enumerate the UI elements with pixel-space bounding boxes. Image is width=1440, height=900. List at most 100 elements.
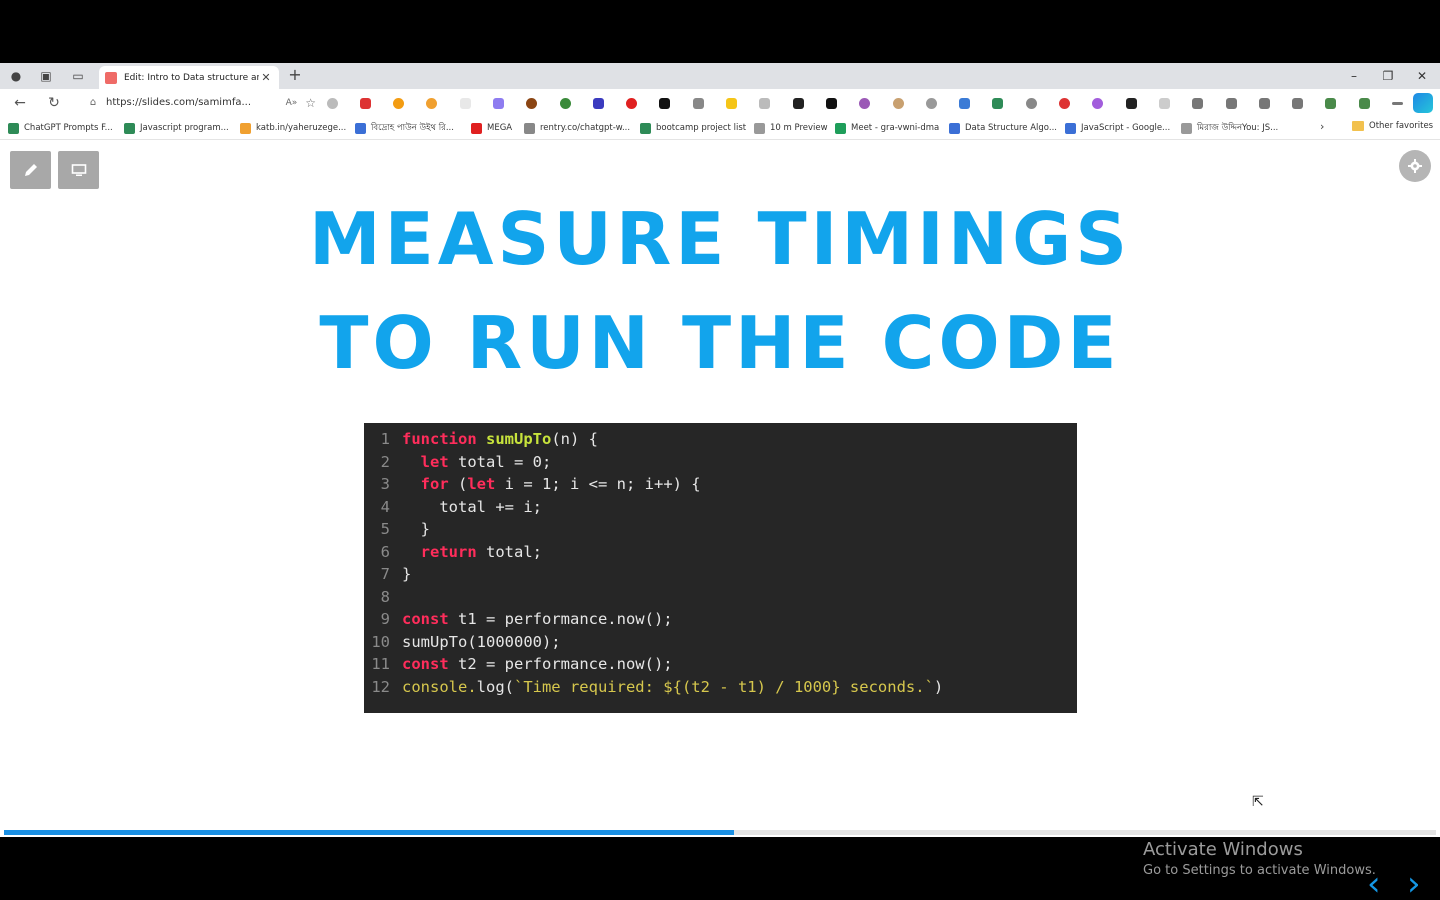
- code-text: const t2 = performance.now();: [402, 653, 673, 676]
- bookmark-favicon-icon: [471, 122, 482, 134]
- extension-icon[interactable]: [722, 93, 742, 113]
- slide-heading-line2: TO RUN THE CODE: [319, 301, 1121, 385]
- code-token: sumUpTo: [486, 430, 552, 448]
- extension-icon[interactable]: [522, 93, 542, 113]
- code-token: (n) {: [551, 430, 598, 448]
- tab-title: Edit: Intro to Data structure and: [124, 72, 259, 83]
- copilot-icon[interactable]: [1413, 93, 1433, 113]
- extension-icon[interactable]: [921, 93, 941, 113]
- extension-icon[interactable]: [755, 93, 775, 113]
- bookmark-favicon-icon: [240, 122, 251, 134]
- extension-icon[interactable]: [1088, 93, 1108, 113]
- code-text: for (let i = 1; i <= n; i++) {: [402, 473, 701, 496]
- minimize-button[interactable]: –: [1344, 67, 1364, 85]
- extension-icon[interactable]: [355, 93, 375, 113]
- extension-icon[interactable]: [1154, 93, 1174, 113]
- bookmarks-overflow-button[interactable]: ›: [1320, 120, 1324, 133]
- back-button[interactable]: ←: [10, 93, 30, 113]
- bookmark-item[interactable]: JavaScript - Google...: [1065, 121, 1170, 135]
- lock-icon[interactable]: ⌂: [86, 97, 100, 108]
- read-aloud-icon[interactable]: A»: [286, 98, 298, 108]
- slides-favicon-icon: [105, 71, 117, 84]
- code-token: const: [402, 655, 449, 673]
- extension-icon[interactable]: [1121, 93, 1141, 113]
- bookmark-item[interactable]: মিরাজ উদ্দিনYou: JS...: [1181, 121, 1278, 135]
- extension-icon[interactable]: [821, 93, 841, 113]
- restore-button[interactable]: ❐: [1378, 67, 1398, 85]
- bookmark-item[interactable]: Data Structure Algo...: [949, 121, 1057, 135]
- code-token: t2 = performance.now();: [448, 655, 673, 673]
- prev-slide-arrow-icon[interactable]: ‹: [1367, 864, 1381, 900]
- tab-actions-icon[interactable]: ▭: [69, 67, 87, 85]
- code-token: }: [402, 565, 412, 583]
- microphone-icon[interactable]: [1021, 93, 1041, 113]
- address-input[interactable]: ⌂ https://slides.com/samimfa... A» ☆: [86, 92, 316, 113]
- code-token: return: [420, 542, 477, 561]
- extension-icon[interactable]: [389, 93, 409, 113]
- bookmark-item[interactable]: katb.in/yaheruzege...: [240, 121, 346, 135]
- code-token: total = 0;: [448, 452, 552, 471]
- code-text: return total;: [402, 541, 542, 564]
- split-screen-icon[interactable]: [1221, 93, 1241, 113]
- extension-icon[interactable]: [888, 93, 908, 113]
- extension-icon[interactable]: [422, 93, 442, 113]
- edit-pencil-button[interactable]: [10, 151, 51, 189]
- bookmark-item[interactable]: বিদ্রোহ পাউন উইথ রি...: [355, 121, 454, 135]
- extension-icon[interactable]: [488, 93, 508, 113]
- workspaces-icon[interactable]: ▣: [37, 67, 55, 85]
- extension-icon[interactable]: [855, 93, 875, 113]
- code-token: for: [420, 475, 449, 493]
- refresh-button[interactable]: ↻: [44, 93, 64, 113]
- close-window-button[interactable]: ✕: [1412, 67, 1432, 85]
- bookmark-item[interactable]: Meet - gra-vwni-dma: [835, 121, 939, 135]
- extension-icon[interactable]: [455, 93, 475, 113]
- more-menu-icon[interactable]: [1388, 93, 1408, 113]
- extension-icon[interactable]: [588, 93, 608, 113]
- downloads-icon[interactable]: [1321, 93, 1341, 113]
- bookmark-favicon-icon: [949, 122, 960, 134]
- presentation-screen-icon: [71, 164, 86, 176]
- pencil-icon: [24, 164, 37, 176]
- extension-icon[interactable]: [322, 93, 342, 113]
- tab-close-icon[interactable]: ✕: [259, 71, 273, 84]
- code-text: total += i;: [402, 496, 542, 519]
- bookmark-favicon-icon: [1181, 122, 1192, 134]
- code-token: total += i;: [402, 497, 542, 516]
- profile-icon[interactable]: ●: [7, 67, 25, 85]
- mouse-cursor-icon: ⇱: [1252, 794, 1264, 810]
- present-button[interactable]: [58, 151, 99, 189]
- bookmark-item[interactable]: bootcamp project list: [640, 121, 746, 135]
- favorite-star-icon[interactable]: ☆: [305, 96, 316, 110]
- extension-icon[interactable]: [955, 93, 975, 113]
- extension-icon[interactable]: [1055, 93, 1075, 113]
- bookmark-favicon-icon: [640, 122, 651, 134]
- bookmark-item[interactable]: rentry.co/chatgpt-w...: [524, 121, 630, 135]
- tab-active[interactable]: Edit: Intro to Data structure and ✕: [99, 66, 279, 89]
- extension-icon[interactable]: [688, 93, 708, 113]
- bookmark-item[interactable]: 10 m Preview: [754, 121, 828, 135]
- other-favorites-folder[interactable]: Other favorites: [1352, 121, 1433, 131]
- code-line: 9 const t1 = performance.now();: [364, 608, 1077, 631]
- code-line: 8: [364, 586, 1077, 609]
- next-slide-arrow-icon[interactable]: ›: [1407, 864, 1421, 900]
- collections-icon[interactable]: [1288, 93, 1308, 113]
- extensions-puzzle-icon[interactable]: [1188, 93, 1208, 113]
- new-tab-button[interactable]: +: [286, 66, 304, 84]
- performance-icon[interactable]: [1354, 93, 1374, 113]
- bookmark-item[interactable]: Javascript program...: [124, 121, 229, 135]
- line-number: 6: [380, 542, 390, 561]
- extension-icon[interactable]: [555, 93, 575, 113]
- code-line: 4 total += i;: [364, 496, 1077, 519]
- favorites-icon[interactable]: [1254, 93, 1274, 113]
- extension-icon[interactable]: [655, 93, 675, 113]
- settings-gear-button[interactable]: [1399, 150, 1431, 182]
- extension-icon[interactable]: [788, 93, 808, 113]
- extension-icon[interactable]: [988, 93, 1008, 113]
- code-line: 10 sumUpTo(1000000);: [364, 631, 1077, 654]
- code-text: let total = 0;: [402, 451, 552, 474]
- bookmark-item[interactable]: MEGA: [471, 121, 512, 135]
- extension-icon[interactable]: [622, 93, 642, 113]
- bookmark-item[interactable]: ChatGPT Prompts F...: [8, 121, 113, 135]
